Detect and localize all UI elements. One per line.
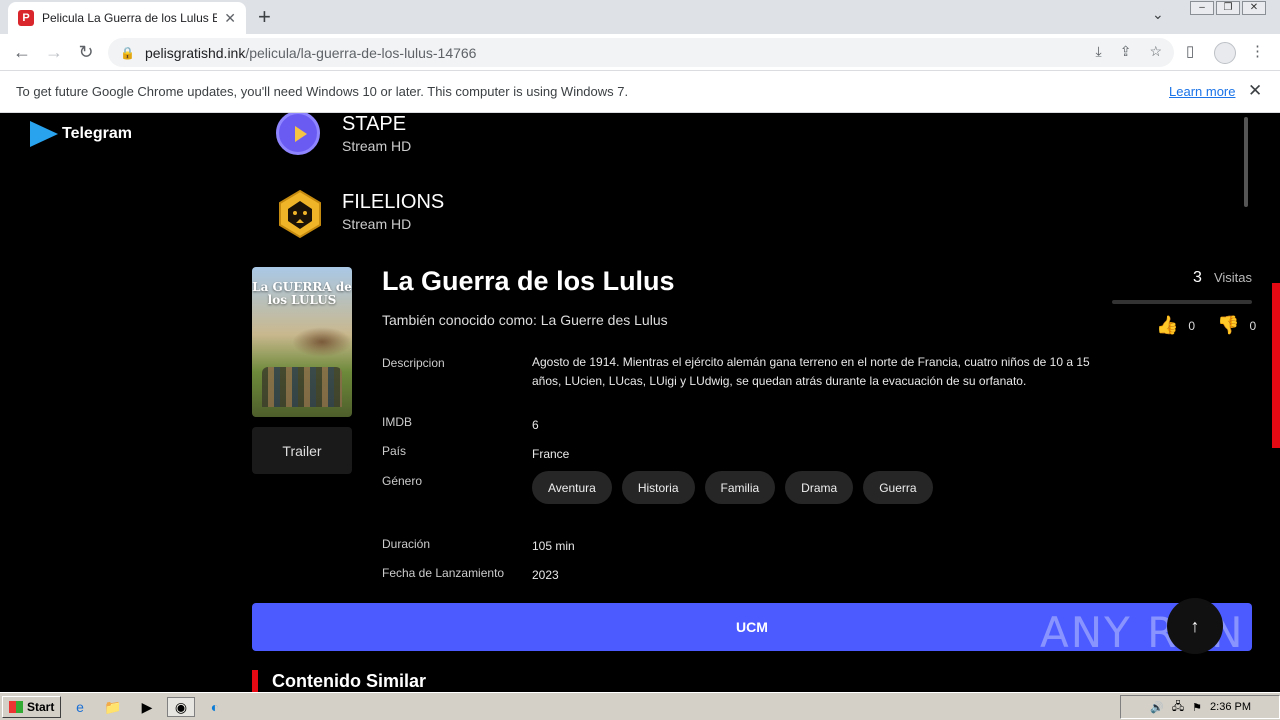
visits-count: 3: [1193, 269, 1202, 286]
genre-chip[interactable]: Drama: [785, 471, 854, 504]
server-filelions[interactable]: FILELIONS Stream HD: [276, 189, 445, 239]
telegram-label: Telegram: [62, 125, 132, 142]
genre-chip[interactable]: Aventura: [532, 471, 612, 504]
tab-search-chevron-icon[interactable]: ⌄: [1152, 6, 1164, 23]
visits-counter: 3 Visitas: [1112, 269, 1252, 287]
descripcion-text: Agosto de 1914. Mientras el ejército ale…: [532, 355, 1090, 388]
movie-poster: La GUERRA de los LULUS: [252, 267, 352, 417]
windows-flag-icon: [9, 700, 23, 713]
bookmark-star-icon[interactable]: ☆: [1149, 43, 1162, 60]
section-marker: [252, 670, 258, 692]
edge-icon[interactable]: ◐: [205, 697, 225, 717]
movie-title: La Guerra de los Lulus: [382, 266, 675, 296]
tab-title: Pelicula La Guerra de los Lulus Español: [42, 11, 217, 25]
start-button[interactable]: Start: [2, 695, 62, 718]
share-icon[interactable]: ⇪: [1120, 43, 1132, 60]
server-quality: Stream HD: [342, 215, 412, 232]
lion-icon: [276, 189, 321, 239]
trailer-button[interactable]: Trailer: [252, 427, 352, 474]
fecha-label: Fecha de Lanzamiento: [382, 566, 505, 580]
clock[interactable]: 2:36 PM: [1210, 701, 1251, 713]
minimize-button[interactable]: –: [1190, 1, 1214, 15]
url-path: /pelicula/la-guerra-de-los-lulus-14766: [245, 44, 477, 61]
reload-icon[interactable]: ↻: [76, 42, 96, 62]
folder-icon[interactable]: 📁: [103, 697, 123, 717]
site-favicon-icon: P: [18, 10, 34, 26]
rating-bar: [1112, 300, 1252, 304]
flag-icon[interactable]: ⚑: [1192, 701, 1202, 714]
scroll-top-arrow-icon[interactable]: ↑: [1167, 598, 1223, 654]
new-tab-button[interactable]: +: [258, 5, 271, 29]
url-text[interactable]: pelisgratishd.ink/pelicula/la-guerra-de-…: [145, 45, 477, 61]
likes-count: 0: [1188, 318, 1196, 333]
chrome-icon[interactable]: ◉: [167, 697, 195, 717]
side-panel-icon[interactable]: ▯: [1186, 42, 1194, 60]
votes: 👍 0 👎 0: [1156, 315, 1256, 336]
poster-figures: [262, 367, 342, 407]
volume-icon[interactable]: 🔊: [1150, 701, 1164, 714]
server-name: FILELIONS: [342, 190, 445, 213]
poster-title: La GUERRA de los LULUS: [252, 280, 352, 307]
page-content: Telegram STAPE Stream HD FILELIONS Strea…: [0, 113, 1280, 692]
genre-chips: Aventura Historia Familia Drama Guerra: [532, 471, 933, 504]
duracion-label: Duración: [382, 537, 431, 551]
browser-toolbar: ← → ↻ 🔒 pelisgratishd.ink/pelicula/la-gu…: [0, 34, 1280, 71]
install-icon[interactable]: ⤓: [1096, 43, 1102, 60]
server-name: STAPE: [342, 113, 407, 135]
server-stape[interactable]: STAPE Stream HD: [276, 113, 411, 155]
genre-chip[interactable]: Familia: [704, 471, 776, 504]
dislikes-count: 0: [1249, 318, 1257, 333]
similar-section-heading: Contenido Similar: [252, 670, 426, 692]
url-host: pelisgratishd.ink: [144, 44, 246, 61]
server-quality: Stream HD: [342, 137, 412, 154]
stape-play-icon: [276, 113, 320, 155]
fecha-value: 2023: [532, 568, 559, 582]
address-bar[interactable]: 🔒 pelisgratishd.ink/pelicula/la-guerra-d…: [108, 38, 1174, 67]
close-tab-icon[interactable]: ✕: [224, 10, 236, 27]
visits-label: Visitas: [1213, 270, 1252, 285]
pais-value: France: [532, 447, 570, 461]
similar-heading-text: Contenido Similar: [272, 670, 427, 691]
back-arrow-icon[interactable]: ←: [12, 42, 32, 62]
profile-avatar-icon[interactable]: [1214, 42, 1236, 64]
descripcion-label: Descripcion: [382, 356, 445, 370]
restore-button[interactable]: ❐: [1216, 1, 1240, 15]
browser-tab[interactable]: P Pelicula La Guerra de los Lulus Españo…: [8, 2, 246, 34]
learn-more-link[interactable]: Learn more: [1169, 84, 1235, 99]
window-controls: – ❐ ✕: [1190, 1, 1266, 15]
genre-chip[interactable]: Guerra: [863, 471, 933, 504]
system-tray: 🔊 🖧 ⚑ 2:36 PM: [1120, 695, 1280, 719]
ie-icon[interactable]: e: [70, 697, 90, 717]
imdb-value: 6: [532, 418, 539, 432]
menu-kebab-icon[interactable]: ⋮: [1250, 42, 1265, 60]
poster-smoke: [292, 327, 352, 357]
lock-icon[interactable]: 🔒: [120, 46, 135, 60]
telegram-link[interactable]: Telegram: [30, 121, 132, 147]
network-icon[interactable]: 🖧: [1172, 698, 1184, 717]
tab-strip: P Pelicula La Guerra de los Lulus Españo…: [0, 0, 1280, 34]
close-window-button[interactable]: ✕: [1242, 1, 1266, 15]
windows-taskbar: Start e 📁 ▶ ◉ ◐ 🔊 🖧 ⚑ 2:36 PM: [0, 692, 1280, 720]
imdb-label: IMDB: [382, 415, 412, 429]
media-player-icon[interactable]: ▶: [137, 697, 157, 717]
movie-aka: También conocido como: La Guerre des Lul…: [382, 312, 668, 328]
genero-label: Género: [382, 474, 423, 488]
thumbs-up-icon[interactable]: 👍: [1156, 315, 1178, 336]
thumbs-down-icon[interactable]: 👎: [1217, 315, 1239, 336]
forward-arrow-icon[interactable]: →: [44, 42, 64, 62]
close-infobar-icon[interactable]: ✕: [1248, 81, 1262, 101]
update-infobar: To get future Google Chrome updates, you…: [0, 71, 1280, 113]
pais-label: País: [382, 444, 407, 458]
start-label: Start: [27, 699, 55, 714]
page-scrollbar-thumb[interactable]: [1272, 283, 1280, 448]
duracion-value: 105 min: [532, 539, 575, 553]
genre-chip[interactable]: Historia: [621, 471, 695, 504]
omnibox-actions: ⤓ ⇪ ☆: [1096, 43, 1163, 60]
telegram-icon: [30, 121, 58, 147]
infobar-message: To get future Google Chrome updates, you…: [16, 84, 629, 99]
inner-scrollbar-thumb[interactable]: [1244, 117, 1248, 207]
